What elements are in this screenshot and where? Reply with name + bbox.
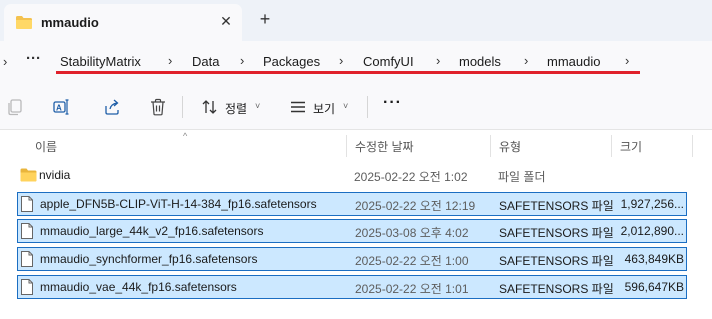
file-icon (20, 196, 34, 215)
file-type: SAFETENSORS 파일 (499, 199, 614, 213)
new-tab-button[interactable]: + (256, 8, 274, 30)
breadcrumb-item[interactable]: mmaudio (547, 54, 600, 69)
view-button-label[interactable]: 보기 (313, 100, 335, 117)
breadcrumb-separator-icon[interactable]: › (625, 53, 629, 68)
sort-button-label[interactable]: 정렬 (225, 100, 247, 117)
file-date: 2025-02-22 오전 1:00 (355, 254, 469, 268)
tab-title: mmaudio (41, 15, 99, 30)
breadcrumb-item[interactable]: Data (192, 54, 219, 69)
file-type: SAFETENSORS 파일 (499, 254, 614, 268)
view-icon[interactable] (288, 97, 308, 117)
column-header-name[interactable]: 이름 (35, 138, 57, 155)
file-name: nvidia (39, 168, 71, 182)
svg-text:A: A (56, 104, 62, 113)
column-header-type[interactable]: 유형 (499, 138, 521, 155)
file-row-selected[interactable]: mmaudio_large_44k_v2_fp16.safetensors 20… (17, 219, 687, 243)
column-divider[interactable] (346, 135, 347, 157)
file-row-selected[interactable]: mmaudio_synchformer_fp16.safetensors 202… (17, 247, 687, 271)
folder-icon (15, 15, 33, 33)
file-type: SAFETENSORS 파일 (499, 226, 614, 240)
breadcrumb-item[interactable]: ComfyUI (363, 54, 414, 69)
column-divider[interactable] (611, 135, 612, 157)
file-size: 1,927,256... (620, 197, 684, 211)
file-size: 463,849KB (624, 252, 684, 266)
address-bar: › ··· StabilityMatrix › Data › Packages … (0, 41, 712, 82)
file-name: mmaudio_vae_44k_fp16.safetensors (40, 280, 237, 294)
breadcrumb-item[interactable]: Packages (263, 54, 320, 69)
file-icon (20, 251, 34, 270)
tab-mmaudio[interactable]: mmaudio ✕ (4, 4, 242, 41)
column-header-row: ^ 이름 수정한 날짜 유형 크기 (0, 131, 712, 159)
toolbar-divider (367, 96, 368, 118)
file-type: SAFETENSORS 파일 (499, 282, 614, 296)
column-header-date[interactable]: 수정한 날짜 (355, 138, 414, 155)
file-name: mmaudio_synchformer_fp16.safetensors (40, 252, 258, 266)
command-toolbar: A 정렬 ˅ 보기 ˅ ··· (0, 82, 712, 130)
toolbar-divider (182, 96, 183, 118)
copy-icon[interactable] (5, 97, 25, 117)
file-icon (20, 279, 34, 298)
file-date: 2025-03-08 오후 4:02 (355, 226, 469, 240)
breadcrumb-separator-icon[interactable]: › (524, 53, 528, 68)
column-divider[interactable] (692, 135, 693, 157)
breadcrumb-item[interactable]: StabilityMatrix (60, 54, 141, 69)
file-type: 파일 폴더 (498, 170, 546, 184)
breadcrumb-separator-icon[interactable]: › (339, 53, 343, 68)
column-divider[interactable] (490, 135, 491, 157)
breadcrumb-overflow-button[interactable]: ··· (26, 50, 41, 67)
file-date: 2025-02-22 오전 1:01 (355, 282, 469, 296)
breadcrumb-separator-icon[interactable]: › (436, 53, 440, 68)
file-size: 596,647KB (624, 280, 684, 294)
sort-indicator-icon: ^ (183, 131, 188, 141)
file-row-selected[interactable]: mmaudio_vae_44k_fp16.safetensors 2025-02… (17, 275, 687, 299)
chevron-down-icon[interactable]: ˅ (255, 101, 260, 111)
rename-icon[interactable]: A (51, 97, 71, 117)
breadcrumb-item[interactable]: models (459, 54, 501, 69)
file-row-selected[interactable]: apple_DFN5B-CLIP-ViT-H-14-384_fp16.safet… (17, 192, 687, 216)
delete-icon[interactable] (148, 97, 168, 117)
column-header-size[interactable]: 크기 (620, 138, 642, 155)
file-icon (20, 223, 34, 242)
file-name: mmaudio_large_44k_v2_fp16.safetensors (40, 224, 264, 238)
breadcrumb-separator-icon[interactable]: › (240, 53, 244, 68)
chevron-right-icon[interactable]: › (3, 54, 7, 69)
file-name: apple_DFN5B-CLIP-ViT-H-14-384_fp16.safet… (40, 197, 317, 211)
file-date: 2025-02-22 오전 12:19 (355, 199, 476, 213)
file-row-folder[interactable]: nvidia 2025-02-22 오전 1:02 파일 폴더 (17, 164, 687, 188)
folder-icon (20, 168, 37, 185)
breadcrumb-separator-icon[interactable]: › (168, 53, 172, 68)
close-tab-icon[interactable]: ✕ (218, 13, 234, 29)
share-icon[interactable] (102, 97, 122, 117)
file-date: 2025-02-22 오전 1:02 (354, 170, 468, 184)
tab-strip: mmaudio ✕ + (0, 0, 712, 41)
file-size: 2,012,890... (620, 224, 684, 238)
sort-icon[interactable] (200, 97, 220, 117)
more-options-button[interactable]: ··· (383, 94, 402, 112)
chevron-down-icon[interactable]: ˅ (343, 101, 348, 111)
annotation-underline (56, 71, 640, 74)
